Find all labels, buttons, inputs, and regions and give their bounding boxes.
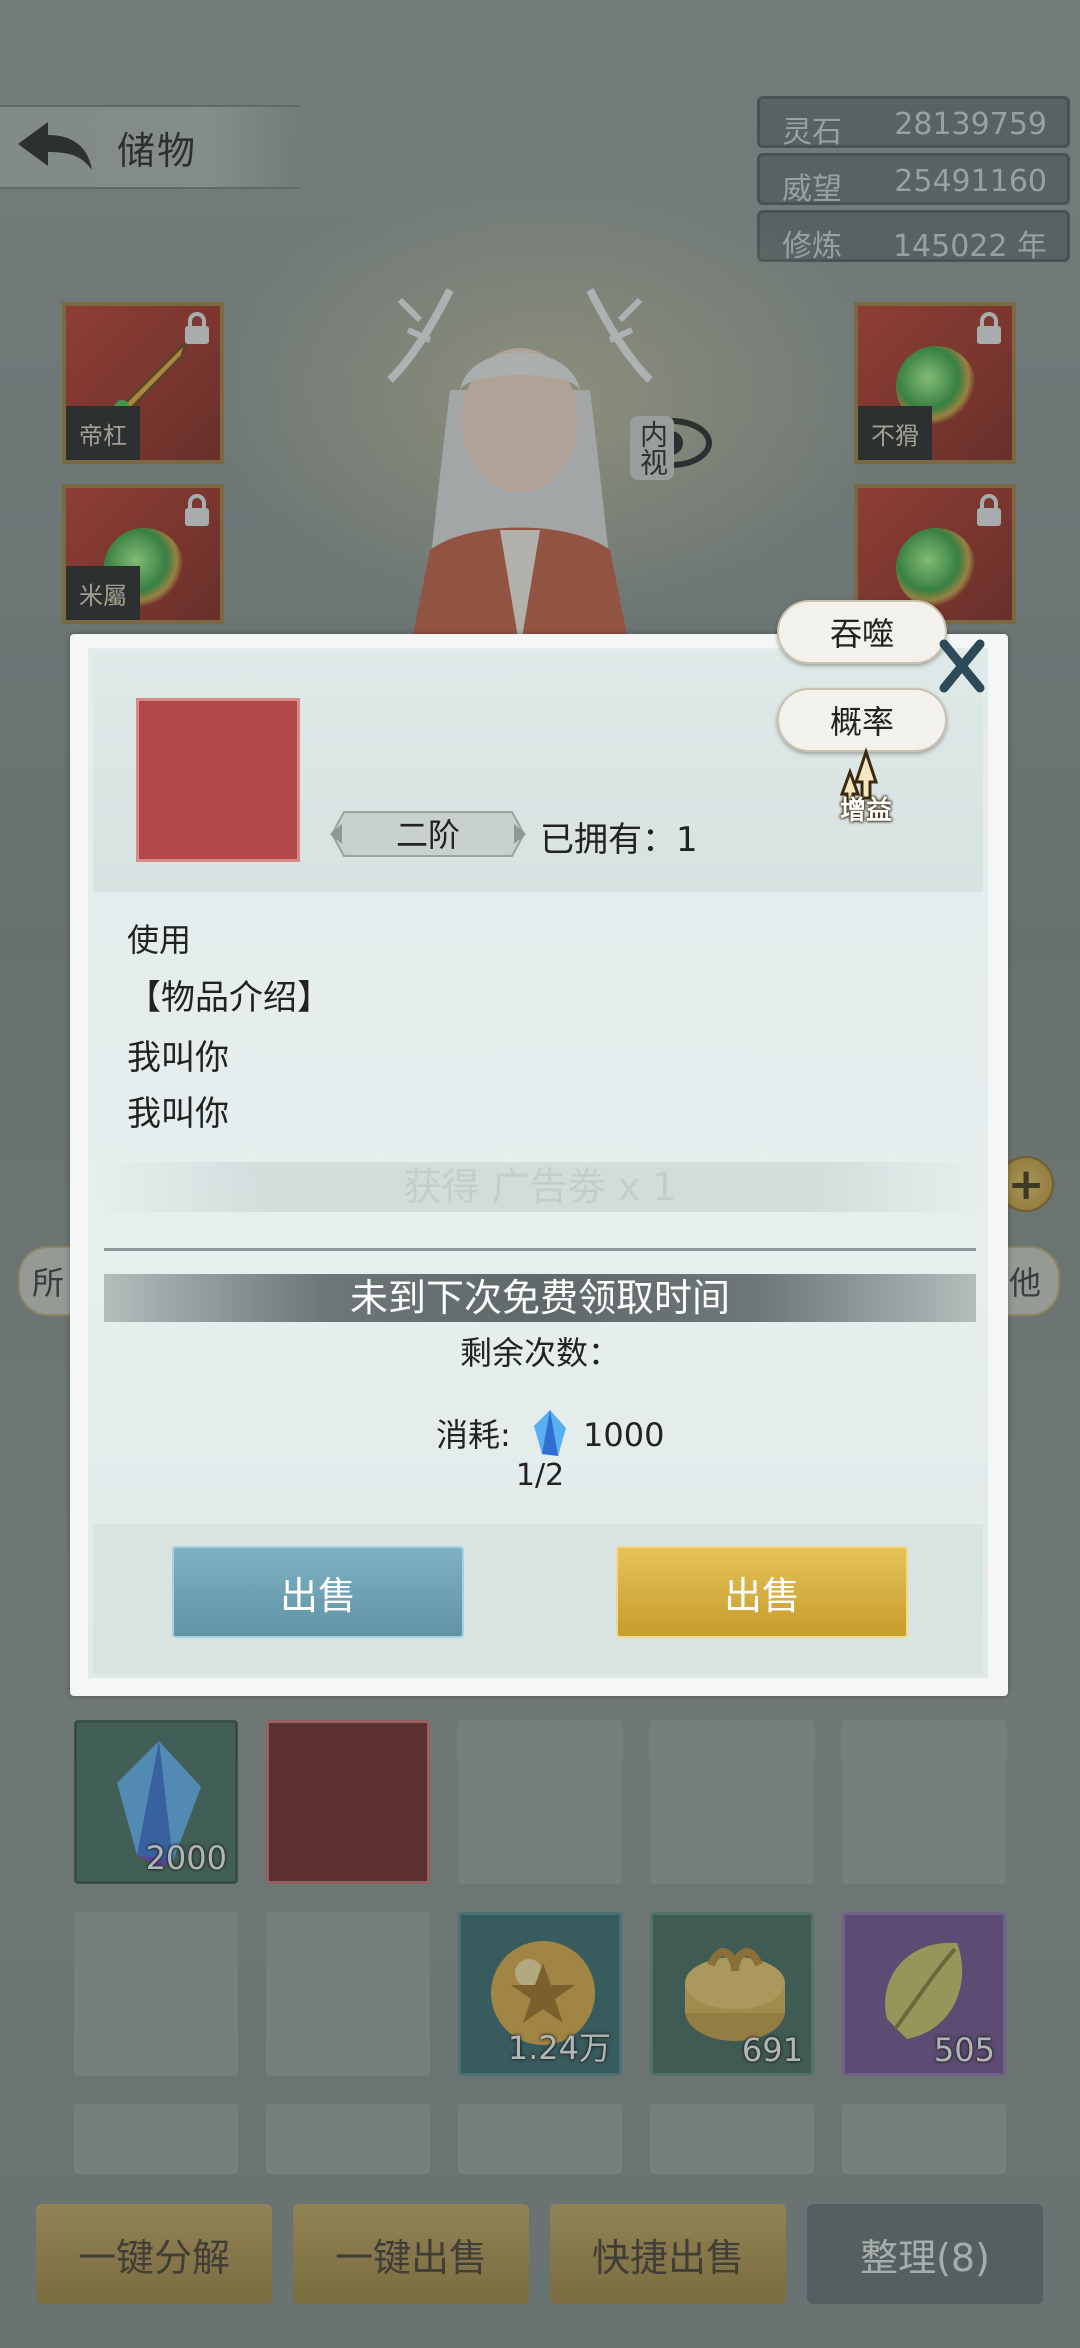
divider xyxy=(104,1248,976,1251)
cost-value: 1000 xyxy=(583,1416,665,1454)
free-claim-notice: 未到下次免费领取时间 xyxy=(349,1276,730,1320)
spirit-crystal-icon xyxy=(534,1410,566,1456)
boost-label[interactable]: 增益 xyxy=(828,790,904,827)
item-icon xyxy=(136,698,300,862)
owned-count: 已拥有：1 xyxy=(540,820,698,860)
sell-button-secondary[interactable]: 出售 xyxy=(172,1546,464,1638)
close-icon[interactable] xyxy=(934,636,990,696)
use-label[interactable]: 使用 xyxy=(127,915,191,961)
ad-reward-banner: 获得 广告劵 x 1 xyxy=(100,1162,980,1212)
item-intro-heading: 【物品介绍】 xyxy=(127,978,331,1018)
claim-progress: 1/2 xyxy=(515,1458,565,1493)
rank-label: 二阶 xyxy=(395,816,460,854)
item-description-line: 我叫你 xyxy=(127,1094,229,1134)
sell-button-primary[interactable]: 出售 xyxy=(616,1546,908,1638)
item-description-line: 我叫你 xyxy=(127,1038,229,1078)
remaining-count-label: 剩余次数： xyxy=(459,1334,620,1372)
cost-label: 消耗: xyxy=(436,1416,511,1454)
devour-button[interactable]: 吞噬 xyxy=(777,600,947,664)
